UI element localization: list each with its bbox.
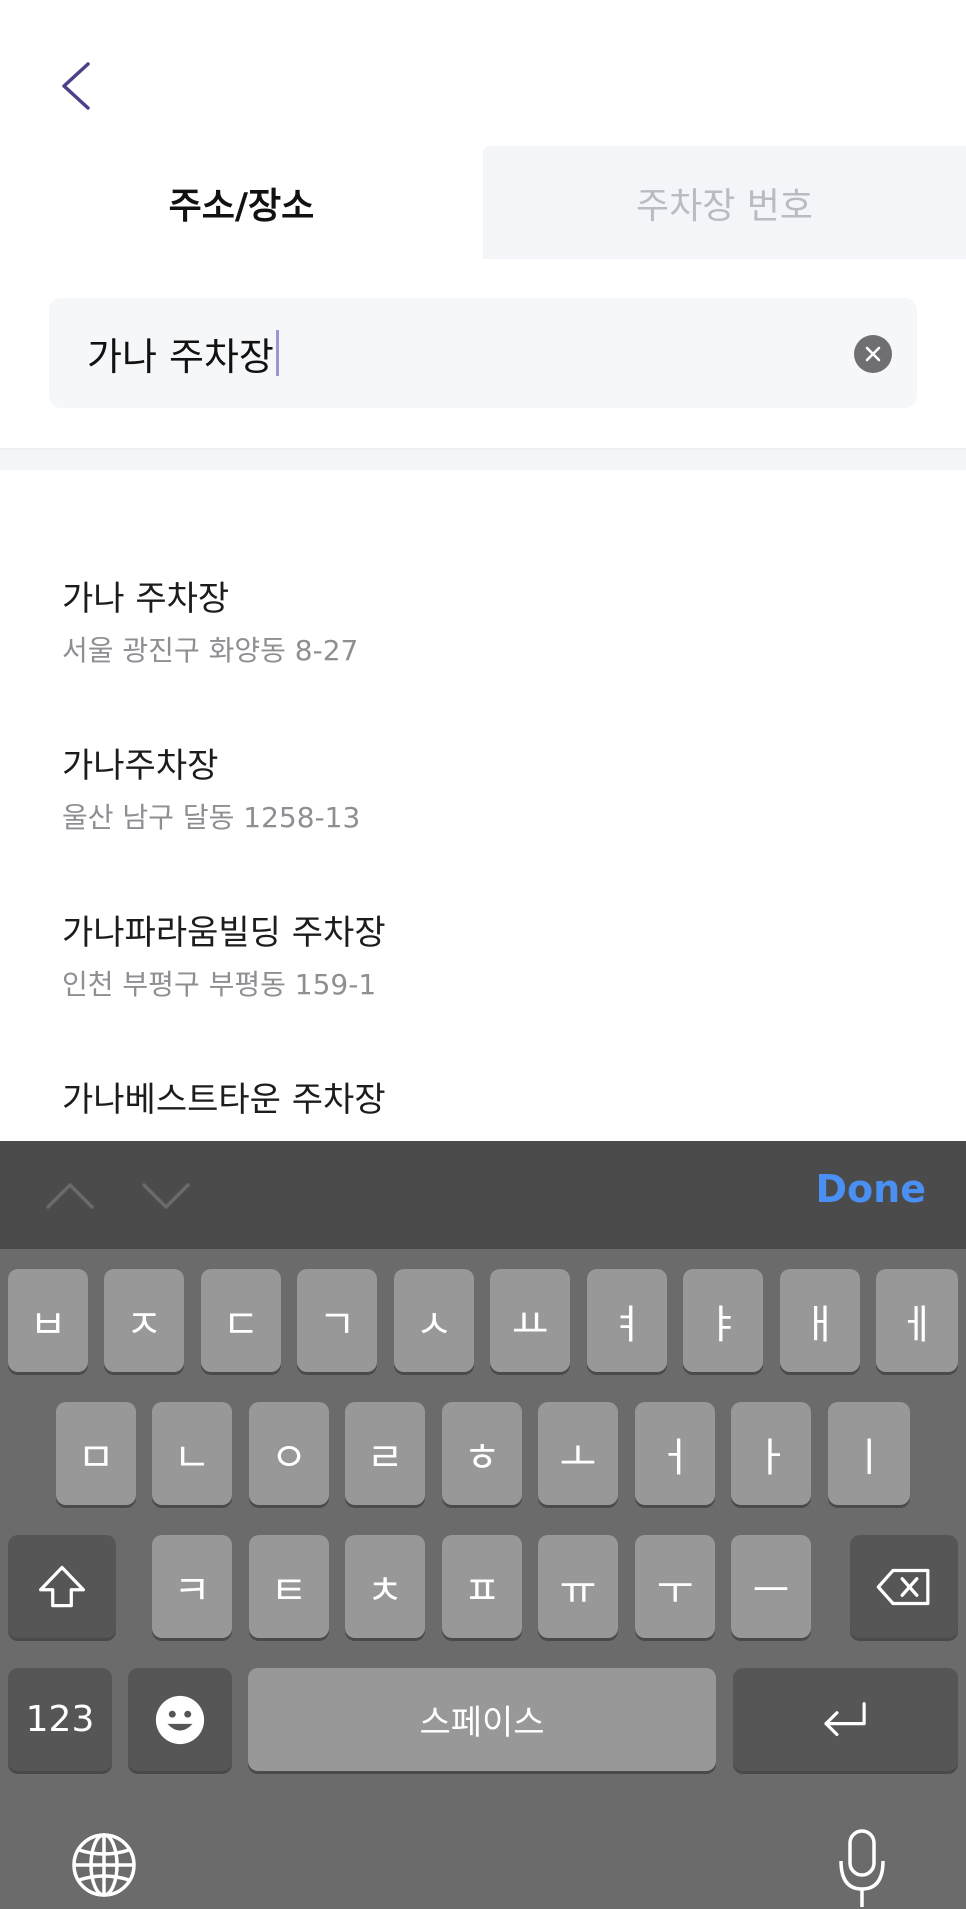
key[interactable]: ㅣ (828, 1402, 910, 1505)
result-name: 가나파라움빌딩 주차장 (62, 913, 386, 953)
key[interactable]: ㅡ (731, 1535, 811, 1638)
key[interactable]: ㅎ (442, 1402, 522, 1505)
done-button[interactable]: Done (816, 1167, 926, 1211)
key[interactable]: ㅑ (683, 1269, 763, 1372)
key[interactable]: ㅛ (490, 1269, 570, 1372)
tab-parking-number[interactable]: 주차장 번호 (483, 146, 966, 259)
text-caret (275, 330, 279, 376)
result-address: 울산 남구 달동 1258-13 (62, 801, 361, 834)
microphone-icon (839, 1829, 885, 1907)
globe-icon (72, 1833, 136, 1897)
shift-icon (39, 1565, 85, 1607)
key[interactable]: ㅋ (152, 1535, 232, 1638)
key[interactable]: ㅂ (8, 1269, 88, 1372)
result-item[interactable]: 가나파라움빌딩 주차장 인천 부평구 부평동 159-1 (62, 911, 922, 1003)
key[interactable]: ㄴ (152, 1402, 232, 1505)
previous-field-button[interactable] (42, 1171, 98, 1219)
result-name: 가나주차장 (62, 746, 219, 786)
back-button[interactable] (52, 58, 102, 114)
key[interactable]: ㅈ (104, 1269, 184, 1372)
result-address: 서울 광진구 화양동 8-27 (62, 634, 359, 667)
result-item[interactable]: 가나주차장 울산 남구 달동 1258-13 (62, 744, 922, 836)
chevron-down-icon (142, 1183, 190, 1209)
result-item[interactable]: 가나베스트타운 주차장 (62, 1078, 922, 1122)
return-key[interactable] (733, 1668, 958, 1771)
key[interactable]: ㅔ (876, 1269, 958, 1372)
key[interactable]: ㅜ (635, 1535, 715, 1638)
search-results-list: 가나 주차장 서울 광진구 화양동 8-27 가나주차장 울산 남구 달동 12… (0, 470, 966, 1140)
clear-icon (865, 346, 881, 362)
key[interactable]: ㅗ (538, 1402, 618, 1505)
return-icon (823, 1701, 866, 1736)
key[interactable]: ㅏ (731, 1402, 811, 1505)
section-divider (0, 448, 966, 470)
chevron-up-icon (46, 1183, 94, 1209)
key[interactable]: ㅁ (56, 1402, 136, 1505)
key[interactable]: ㅍ (442, 1535, 522, 1638)
shift-key[interactable] (8, 1535, 116, 1638)
search-input-value: 가나 주차장 (87, 334, 274, 379)
key[interactable]: ㅌ (249, 1535, 329, 1638)
clear-button[interactable] (854, 335, 892, 373)
key[interactable]: ㅊ (345, 1535, 425, 1638)
result-name: 가나 주차장 (62, 579, 230, 619)
tab-address-place[interactable]: 주소/장소 (0, 146, 483, 259)
key[interactable]: ㄹ (345, 1402, 425, 1505)
result-name: 가나베스트타운 주차장 (62, 1080, 386, 1120)
key[interactable]: ㄷ (201, 1269, 281, 1372)
search-mode-tabs: 주소/장소 주차장 번호 (0, 146, 966, 259)
keyboard: Done ㅂ ㅈ ㄷ ㄱ ㅅ ㅛ ㅕ ㅑ ㅐ ㅔ ㅁ ㄴ ㅇ ㄹ ㅎ ㅗ ㅓ ㅏ… (0, 1141, 966, 1909)
key[interactable]: ㅐ (780, 1269, 860, 1372)
microphone-button[interactable] (836, 1827, 888, 1909)
backspace-key[interactable] (850, 1535, 958, 1638)
next-field-button[interactable] (138, 1171, 194, 1219)
search-field[interactable]: 가나 주차장 (49, 298, 917, 408)
result-item[interactable]: 가나 주차장 서울 광진구 화양동 8-27 (62, 577, 922, 669)
key[interactable]: ㄱ (297, 1269, 377, 1372)
keyboard-toolbar: Done (0, 1141, 966, 1249)
space-key[interactable]: 스페이스 (248, 1668, 716, 1771)
key[interactable]: ㅅ (394, 1269, 474, 1372)
key[interactable]: ㅇ (249, 1402, 329, 1505)
chevron-left-icon (62, 62, 90, 110)
key[interactable]: ㅠ (538, 1535, 618, 1638)
backspace-icon (876, 1568, 930, 1605)
numbers-key[interactable]: 123 (8, 1668, 112, 1771)
globe-button[interactable] (70, 1831, 138, 1899)
emoji-icon (155, 1695, 205, 1744)
result-address: 인천 부평구 부평동 159-1 (62, 968, 377, 1001)
key[interactable]: ㅕ (587, 1269, 667, 1372)
key[interactable]: ㅓ (635, 1402, 715, 1505)
search-input[interactable]: 가나 주차장 (87, 298, 279, 408)
emoji-key[interactable] (128, 1668, 232, 1771)
